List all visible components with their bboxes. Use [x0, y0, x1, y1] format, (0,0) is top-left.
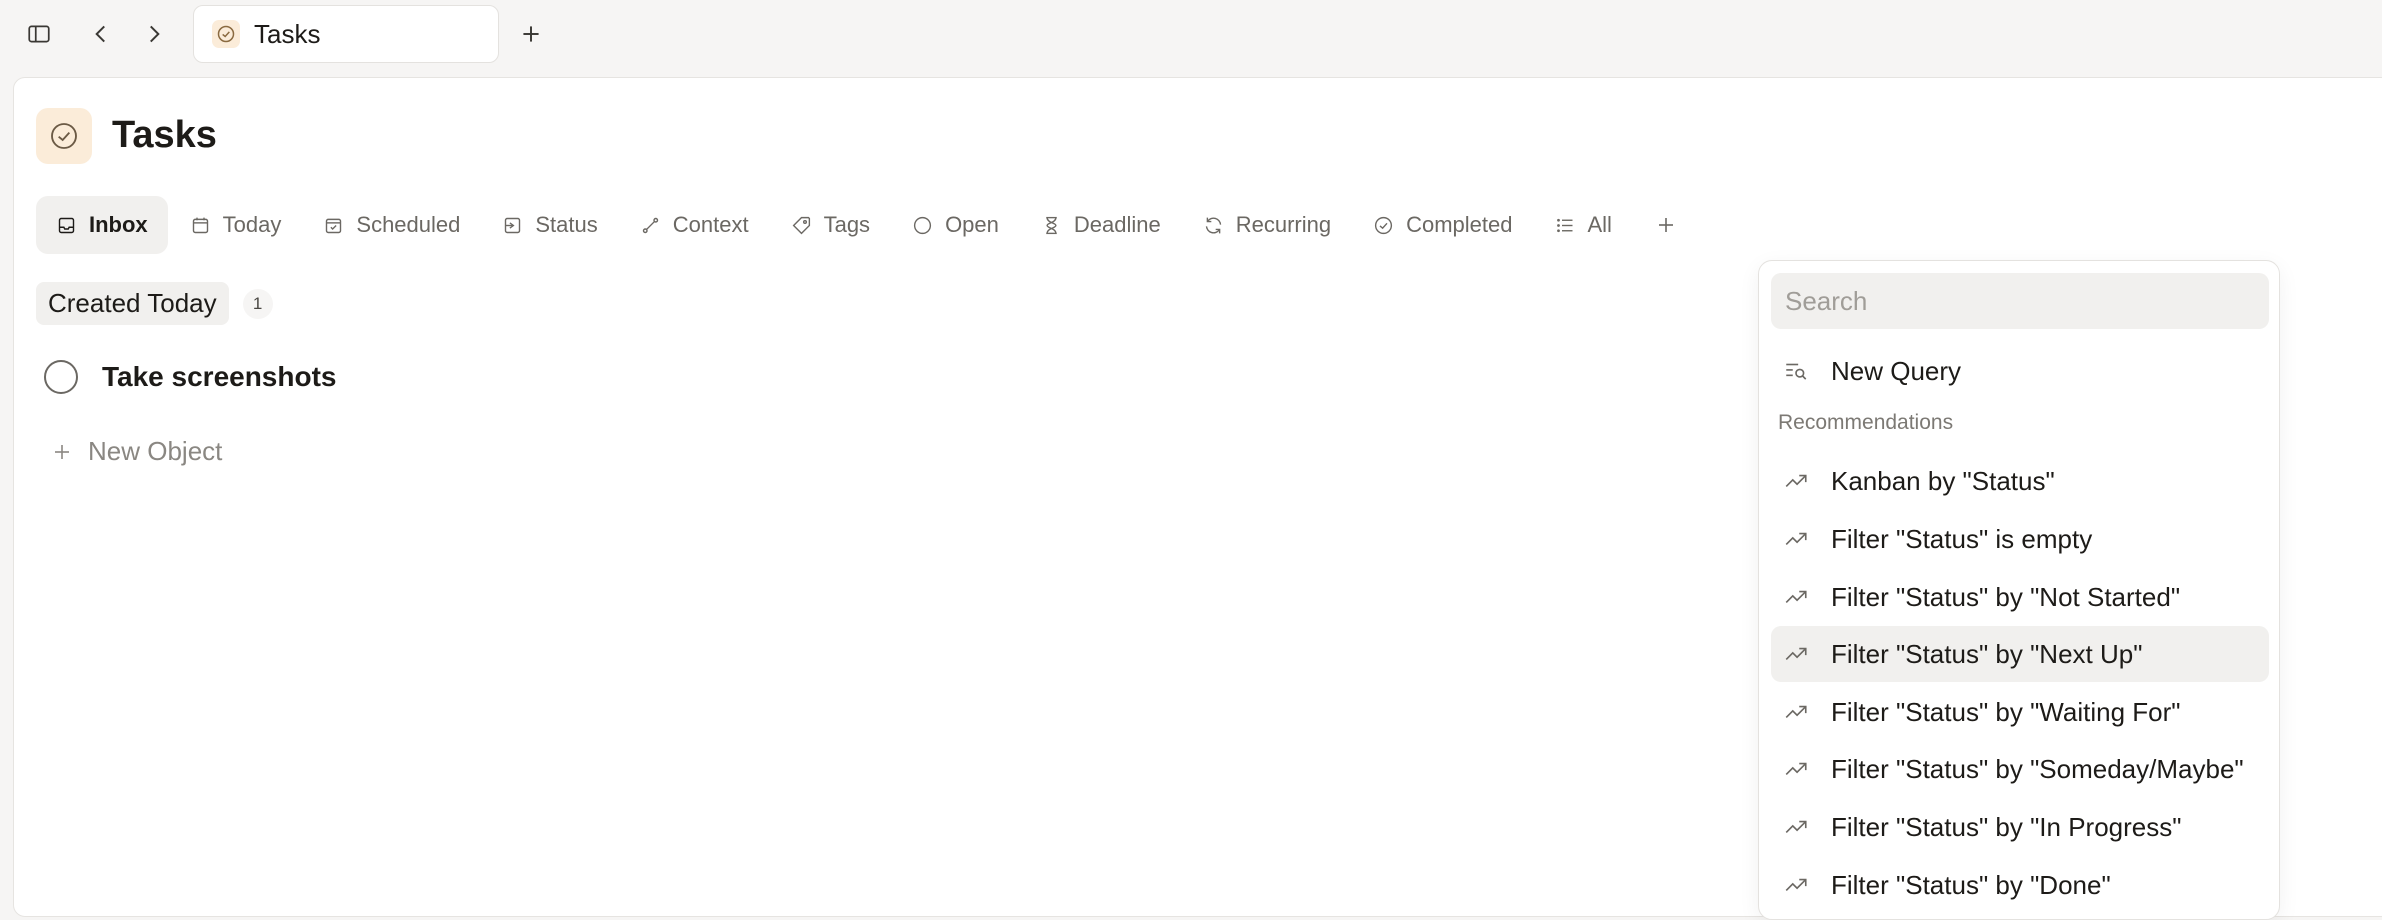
trending-up-icon — [1785, 590, 1807, 603]
context-icon — [642, 217, 658, 233]
tab-label: Status — [535, 212, 598, 237]
tab-recurring[interactable]: Recurring — [1183, 196, 1351, 254]
search-input[interactable] — [1771, 273, 2269, 329]
status-icon — [505, 217, 521, 233]
trending-up-icon — [1785, 705, 1807, 718]
recommendation-item[interactable]: Kanban by "Status" — [1771, 453, 2269, 509]
item-label: Kanban by "Status" — [1831, 465, 2055, 496]
plus-icon — [55, 444, 69, 459]
new-object-label: New Object — [88, 436, 223, 466]
query-icon — [1786, 363, 1807, 380]
recommendation-item[interactable]: Filter "Status" by "Someday/Maybe" — [1771, 741, 2269, 797]
task-row[interactable]: Take screenshots — [44, 360, 337, 394]
tab-label: Tasks — [254, 18, 321, 49]
tab-completed[interactable]: Completed — [1353, 196, 1532, 254]
inbox-icon — [58, 217, 75, 233]
recommendation-item[interactable]: Filter "Status" by "In Progress" — [1771, 799, 2269, 855]
recommendation-item[interactable]: Filter "Status" by "Waiting For" — [1771, 684, 2269, 740]
new-object-button[interactable]: New Object — [50, 436, 222, 467]
hourglass-icon — [1046, 216, 1057, 234]
add-view-button[interactable] — [1634, 196, 1698, 254]
trending-up-icon — [1785, 647, 1807, 660]
item-label: Filter "Status" by "Next Up" — [1831, 638, 2143, 669]
recommendation-item[interactable]: Filter "Status" by "Next Up" — [1771, 626, 2269, 682]
calendar-today-icon — [192, 217, 208, 233]
trending-up-icon — [1785, 820, 1807, 833]
tab-label: Recurring — [1235, 212, 1332, 237]
item-label: Filter "Status" is empty — [1831, 523, 2093, 554]
item-label: Filter "Status" by "Waiting For" — [1831, 696, 2181, 727]
tab-label: Deadline — [1073, 212, 1161, 237]
tab-label: Completed — [1406, 212, 1513, 237]
tab-label: Today — [222, 212, 282, 237]
tab-label: Open — [945, 212, 999, 237]
new-query-item[interactable]: New Query — [1771, 343, 2269, 399]
trending-up-icon — [1785, 474, 1807, 487]
tab-today[interactable]: Today — [170, 196, 302, 254]
chevron-right-icon[interactable] — [134, 14, 174, 54]
item-label: Filter "Status" by "In Progress" — [1831, 811, 2182, 842]
check-circle-icon — [212, 20, 240, 48]
item-label: Filter "Status" by "Not Started" — [1831, 581, 2181, 612]
add-view-dropdown: New Query Recommendations Kanban by "Sta… — [1758, 260, 2280, 920]
tab-scheduled[interactable]: Scheduled — [303, 196, 480, 254]
tab-inbox[interactable]: Inbox — [36, 196, 168, 254]
recommendation-item[interactable]: Filter "Status" by "Not Started" — [1771, 569, 2269, 625]
page-title: Tasks — [112, 114, 217, 156]
top-bar: Tasks — [0, 0, 2382, 76]
plus-icon — [1658, 218, 1673, 232]
tab-all[interactable]: All — [1535, 196, 1632, 254]
recommendation-item[interactable]: Filter "Status" by "Done" — [1771, 857, 2269, 913]
circle-icon — [913, 216, 932, 234]
tab-label: Tags — [823, 212, 871, 237]
check-circle-icon — [1375, 216, 1393, 234]
tab-tags[interactable]: Tags — [771, 196, 890, 254]
item-label: Filter "Status" by "Someday/Maybe" — [1831, 753, 2244, 784]
calendar-check-icon — [326, 218, 342, 233]
group-count-badge: 1 — [242, 288, 273, 319]
item-label: Filter "Status" by "Done" — [1831, 869, 2111, 900]
tab-status[interactable]: Status — [482, 196, 617, 254]
tab-label: Inbox — [89, 212, 148, 237]
task-title[interactable]: Take screenshots — [102, 361, 337, 393]
trending-up-icon — [1785, 878, 1807, 891]
plus-icon[interactable] — [511, 14, 551, 54]
trending-up-icon — [1785, 532, 1807, 545]
recommendation-item[interactable]: Filter "Status" is empty — [1771, 511, 2269, 567]
refresh-icon — [1205, 216, 1221, 234]
list-icon — [1556, 218, 1572, 232]
trending-up-icon — [1785, 762, 1807, 775]
group-title[interactable]: Created Today — [36, 282, 229, 325]
item-label: New Query — [1831, 355, 1962, 386]
view-tabs: Inbox Today Scheduled Status Context Tag… — [36, 196, 1700, 254]
tab-label: All — [1587, 212, 1612, 237]
sidebar-icon[interactable] — [19, 14, 59, 54]
tab-context[interactable]: Context — [620, 196, 769, 254]
tab-open[interactable]: Open — [892, 196, 1019, 254]
chevron-left-icon[interactable] — [81, 14, 121, 54]
section-label: Recommendations — [1778, 411, 1954, 434]
tasks-icon — [36, 108, 92, 164]
tab-tasks[interactable]: Tasks — [193, 5, 499, 63]
tag-icon — [792, 216, 810, 234]
tab-label: Context — [672, 212, 749, 237]
tab-deadline[interactable]: Deadline — [1021, 196, 1181, 254]
task-checkbox[interactable] — [44, 360, 78, 394]
tab-label: Scheduled — [356, 212, 461, 237]
group-header: Created Today 1 — [36, 282, 273, 325]
